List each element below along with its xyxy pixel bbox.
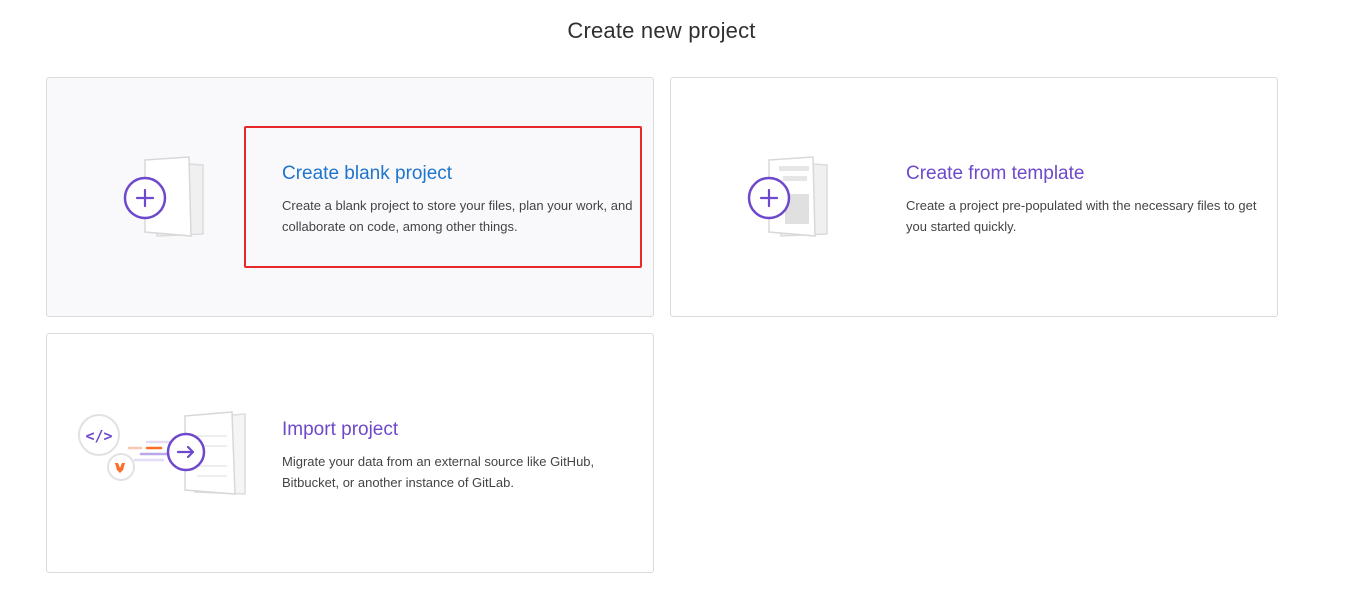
new-project-page: Create new project Create blank project … bbox=[0, 0, 1345, 598]
page-title: Create new project bbox=[567, 18, 756, 43]
highlight-annotation-box bbox=[244, 126, 642, 268]
create-from-template-card[interactable]: Create from template Create a project pr… bbox=[670, 77, 1278, 317]
import-project-card[interactable]: </> Import project Migrate your data fro… bbox=[46, 333, 654, 573]
template-project-icon bbox=[747, 156, 828, 237]
import-project-icon: </> bbox=[78, 411, 246, 495]
import-project-title[interactable]: Import project bbox=[282, 419, 398, 441]
create-from-template-description: Create a project pre-populated with the … bbox=[906, 198, 1257, 234]
create-from-template-title[interactable]: Create from template bbox=[906, 163, 1084, 185]
import-project-description: Migrate your data from an external sourc… bbox=[282, 454, 595, 490]
blank-project-icon bbox=[123, 156, 204, 237]
svg-text:</>: </> bbox=[85, 427, 112, 445]
